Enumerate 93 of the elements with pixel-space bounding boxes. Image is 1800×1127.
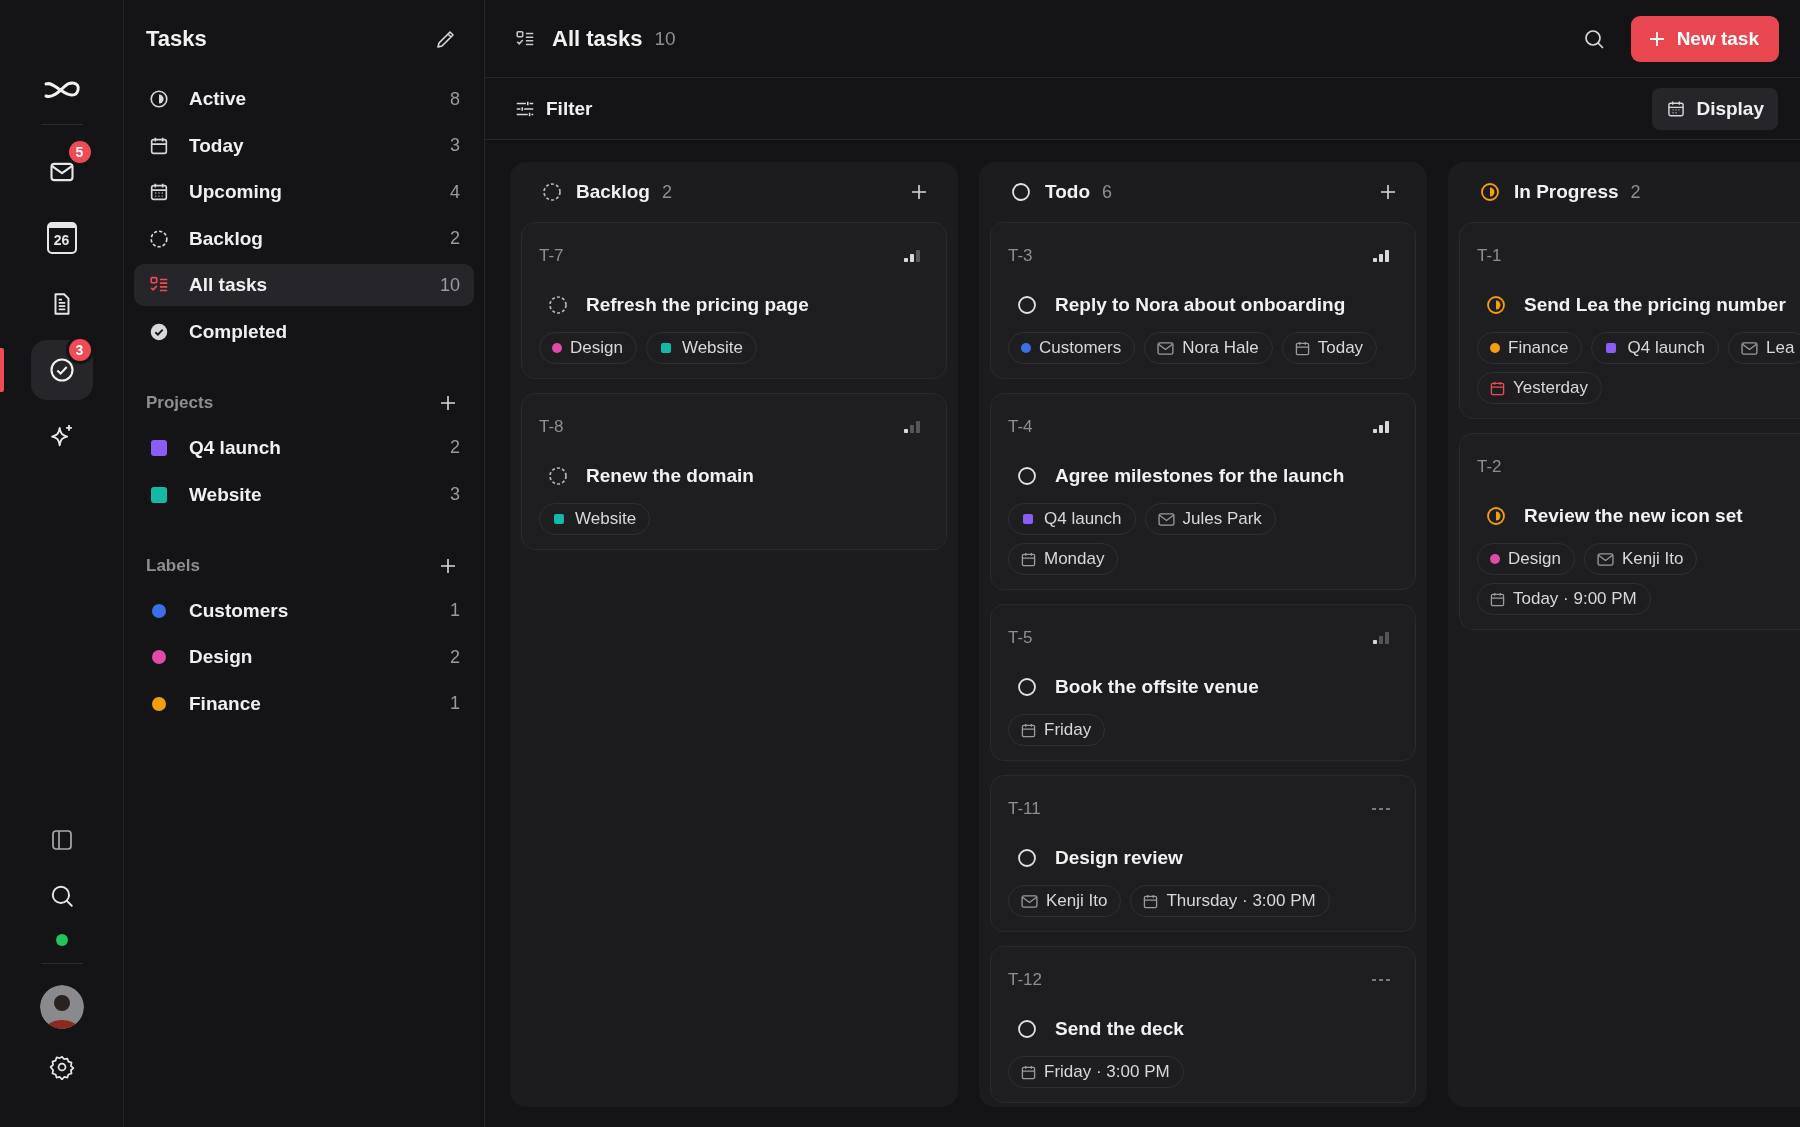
user-avatar[interactable] [39, 985, 84, 1029]
plus-icon [1648, 30, 1665, 47]
task-card[interactable]: T-3 Reply to Nora about onboarding Customers Nora Hale Today [990, 222, 1416, 379]
task-id: T-7 [539, 246, 564, 266]
calendar-date-icon: 26 [46, 222, 77, 254]
add-icon[interactable] [440, 394, 456, 411]
sidebar-item[interactable]: Backlog 2 [134, 217, 474, 260]
column-title: In Progress [1514, 181, 1619, 203]
section-title: Labels [146, 555, 200, 576]
circle-icon[interactable] [1017, 295, 1037, 315]
task-card[interactable]: T-4 Agree milestones for the launch Q4 launch Jules Park Monday [990, 393, 1416, 590]
mail-icon [1157, 341, 1175, 355]
sidebar-item[interactable]: Completed [134, 310, 474, 353]
column-count: 2 [1630, 181, 1641, 203]
task-card[interactable]: T-8 Renew the domain Website [521, 393, 947, 550]
sidebar-item[interactable]: Design 2 [134, 636, 474, 679]
mail-icon [1596, 552, 1614, 566]
task-id: T-3 [1008, 246, 1033, 266]
mail-button[interactable]: 5 [30, 142, 93, 202]
priority-icon[interactable] [1372, 419, 1390, 435]
task-title: Send the deck [1055, 1018, 1184, 1040]
task-id: T-11 [1008, 799, 1041, 819]
add-icon[interactable] [440, 557, 456, 574]
column-title: Todo [1045, 181, 1090, 203]
task-id: T-8 [539, 417, 564, 437]
priority-icon[interactable] [1372, 630, 1390, 646]
settings-icon [48, 1054, 75, 1080]
task-card[interactable]: T-12 Send the deck Friday · 3:00 PM [990, 946, 1416, 1103]
dashed-circle-icon[interactable] [548, 466, 568, 486]
sidebar-item[interactable]: Website 3 [134, 473, 474, 516]
dashed-circle-icon [542, 182, 562, 202]
priority-icon[interactable] [903, 248, 921, 264]
mail-icon [1157, 512, 1175, 526]
add-icon[interactable] [1380, 184, 1396, 200]
task-id: T-2 [1477, 457, 1502, 477]
sidebar-item[interactable]: Upcoming 4 [134, 171, 474, 214]
column-count: 2 [661, 181, 672, 203]
half-circle-icon[interactable] [1486, 506, 1506, 526]
task-count: 10 [654, 27, 676, 50]
half-circle-icon [148, 88, 170, 110]
priority-icon[interactable] [1372, 248, 1390, 264]
task-id: T-12 [1008, 970, 1043, 990]
no-priority-icon[interactable] [1372, 978, 1390, 982]
filter-button[interactable]: Filter [514, 97, 593, 120]
task-card[interactable]: T-2 Review the new icon set Design Kenji Ito Today · 9:00 PM [1459, 433, 1800, 630]
half-circle-icon [1480, 182, 1500, 202]
sidebar-icon [49, 828, 74, 852]
dashed-circle-icon [148, 227, 170, 250]
task-card[interactable]: T-11 Design review Kenji Ito Thursday · 3:00 PM [990, 775, 1416, 932]
display-button[interactable]: Display [1652, 87, 1778, 130]
no-priority-icon[interactable] [1372, 807, 1390, 811]
sidebar-title: Tasks [146, 26, 207, 52]
column-title: Backlog [576, 181, 650, 203]
sidebar-item[interactable]: Active 8 [134, 78, 474, 120]
circle-icon[interactable] [1017, 1019, 1037, 1039]
task-id: T-4 [1008, 417, 1033, 437]
calendar-button[interactable]: 26 [30, 208, 93, 268]
column-count: 6 [1102, 181, 1113, 203]
mail-icon [1741, 341, 1758, 355]
task-id: T-5 [1008, 628, 1033, 648]
circle-icon[interactable] [1017, 848, 1037, 868]
task-card[interactable]: T-1 Send Lea the pricing number Finance Q4 launch Lea Yesterday [1459, 222, 1800, 419]
task-title: Review the new icon set [1524, 505, 1743, 527]
sidebar-item[interactable]: Finance 1 [134, 682, 474, 725]
half-circle-icon[interactable] [1486, 295, 1506, 315]
task-id: T-1 [1477, 246, 1502, 266]
sidebar-item[interactable]: Customers 1 [134, 589, 474, 632]
task-title: Reply to Nora about onboarding [1055, 294, 1346, 316]
sidebar-item[interactable]: All tasks 10 [134, 264, 474, 307]
task-title: Design review [1055, 847, 1183, 869]
sidebar-item[interactable]: Q4 launch 2 [134, 426, 474, 469]
circle-icon[interactable] [1017, 677, 1037, 697]
tasks-button[interactable]: 3 [30, 340, 93, 400]
priority-icon[interactable] [903, 419, 921, 435]
task-title: Agree milestones for the launch [1055, 465, 1345, 487]
dashed-circle-icon[interactable] [548, 295, 568, 315]
task-title: Renew the domain [586, 465, 754, 487]
task-title: Book the offsite venue [1055, 676, 1259, 698]
section-title: Projects [146, 392, 214, 413]
check-circle-icon [47, 356, 76, 384]
task-title: Send Lea the pricing number [1524, 294, 1786, 316]
add-icon[interactable] [911, 184, 927, 200]
new-task-button[interactable]: New task [1630, 15, 1779, 62]
circle-icon [1011, 182, 1031, 202]
task-card[interactable]: T-5 Book the offsite venue Friday [990, 604, 1416, 761]
task-title: Refresh the pricing page [586, 294, 809, 316]
count-badge: 3 [68, 339, 91, 361]
circle-icon[interactable] [1017, 466, 1037, 486]
mail-icon [1021, 894, 1038, 908]
sidebar-item[interactable]: Today 3 [134, 124, 474, 167]
count-badge: 5 [68, 141, 91, 163]
page-title: All tasks [552, 25, 643, 52]
task-card[interactable]: T-7 Refresh the pricing page Design Website [521, 222, 947, 379]
